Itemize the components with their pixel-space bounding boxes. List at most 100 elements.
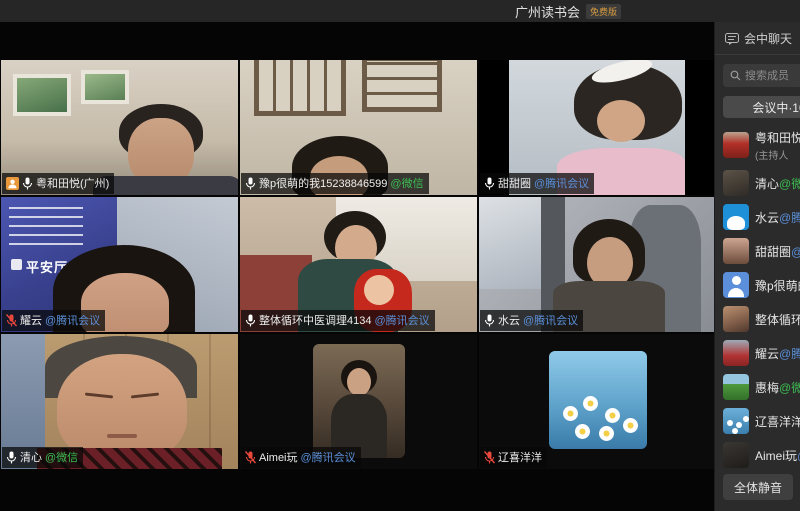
- participant-platform: @微信: [45, 449, 78, 465]
- avatar: [723, 442, 749, 468]
- avatar: [723, 408, 749, 434]
- member-item[interactable]: Aimei玩@腾讯会议: [715, 438, 800, 472]
- meeting-title: 广州读书会: [515, 2, 580, 21]
- participant-name: 粤和田悦(广州): [36, 175, 109, 191]
- member-text: 粤和田悦(广州) (主持人: [755, 129, 800, 162]
- avatar: [723, 306, 749, 332]
- scene-art: [9, 207, 83, 249]
- member-name: Aimei玩@腾讯会议: [755, 447, 800, 464]
- participant-name: 整体循环中医调理4134: [259, 312, 371, 328]
- participant-name: 豫p很萌的我15238846599: [259, 175, 387, 191]
- tab-in-meeting[interactable]: 会议中·10: [723, 96, 800, 118]
- member-role: (主持人: [755, 147, 800, 162]
- member-search[interactable]: [723, 64, 800, 87]
- participant-label: 耀云@腾讯会议: [2, 310, 105, 331]
- member-name: 豫p很萌的我15238846599@微信: [755, 277, 800, 294]
- mic-on-icon: [245, 177, 256, 190]
- participant-label: 整体循环中医调理4134@腾讯会议: [241, 310, 435, 331]
- avatar: [723, 340, 749, 366]
- panel-header-label: 会中聊天: [744, 30, 792, 47]
- participant-platform: @腾讯会议: [374, 312, 429, 328]
- participant-platform: @腾讯会议: [534, 175, 589, 191]
- mic-on-icon: [484, 177, 495, 190]
- participant-label: 清心@微信: [2, 447, 83, 468]
- profile-photo: [549, 351, 647, 449]
- video-tile-active-speaker[interactable]: 整体循环中医调理4134@腾讯会议: [240, 197, 477, 332]
- video-grid: 粤和田悦(广州) 豫p很萌的我15238846599@微信: [1, 60, 714, 469]
- participant-label: 豫p很萌的我15238846599@微信: [241, 173, 429, 194]
- scene-art: [81, 70, 129, 104]
- member-item[interactable]: 惠梅@微信: [715, 370, 800, 404]
- meeting-window: 广州读书会 免费版 粤和田悦(广州): [0, 0, 800, 511]
- member-item[interactable]: 耀云@腾讯会议: [715, 336, 800, 370]
- participant-platform: @腾讯会议: [45, 312, 100, 328]
- avatar: [723, 170, 749, 196]
- video-tile[interactable]: 清心@微信: [1, 334, 238, 469]
- scene-art: [93, 176, 238, 195]
- free-version-badge: 免费版: [586, 4, 621, 19]
- default-avatar: [723, 272, 749, 298]
- tab-in-meeting-label: 会议中·10: [752, 99, 800, 116]
- member-item[interactable]: 豫p很萌的我15238846599@微信: [715, 268, 800, 302]
- scene-art: [362, 60, 442, 112]
- scene-art: [364, 275, 394, 305]
- panel-header: 会中聊天: [715, 22, 800, 55]
- scene-art: [11, 259, 22, 270]
- scene-art: [597, 100, 645, 142]
- chat-icon: [725, 33, 739, 45]
- title-bar: 广州读书会 免费版: [0, 0, 800, 22]
- member-platform: @微信: [779, 177, 800, 191]
- member-item-host[interactable]: 粤和田悦(广州) (主持人: [715, 124, 800, 166]
- mic-on-icon: [484, 314, 495, 327]
- mic-on-icon: [245, 314, 256, 327]
- video-tile[interactable]: 水云@腾讯会议: [479, 197, 716, 332]
- mic-muted-icon: [484, 451, 495, 464]
- video-tile[interactable]: Aimei玩@腾讯会议: [240, 334, 477, 469]
- member-name: 惠梅@微信: [755, 379, 800, 396]
- mic-muted-icon: [6, 314, 17, 327]
- member-name: 耀云@腾讯会议: [755, 345, 800, 362]
- participant-name: 耀云: [20, 312, 42, 328]
- scene-art: [563, 406, 578, 421]
- member-item[interactable]: 辽喜洋洋: [715, 404, 800, 438]
- participant-label: 甜甜圈@腾讯会议: [480, 173, 594, 194]
- avatar: [723, 204, 749, 230]
- participant-label: Aimei玩@腾讯会议: [241, 447, 361, 468]
- member-name: 粤和田悦(广州): [755, 129, 800, 146]
- mute-all-button[interactable]: 全体静音: [723, 474, 793, 500]
- video-tile[interactable]: 粤和田悦(广州): [1, 60, 238, 195]
- participant-label: 粤和田悦(广州): [2, 173, 114, 194]
- host-badge-icon: [6, 177, 19, 190]
- scene-art: [599, 426, 614, 441]
- avatar: [723, 374, 749, 400]
- video-tile[interactable]: 甜甜圈@腾讯会议: [479, 60, 716, 195]
- participant-name: 清心: [20, 449, 42, 465]
- member-item[interactable]: 清心@微信: [715, 166, 800, 200]
- member-item[interactable]: 整体循环中医调理4134@腾讯会议: [715, 302, 800, 336]
- participant-platform: @腾讯会议: [523, 312, 578, 328]
- search-icon: [730, 70, 741, 81]
- meeting-title-group: 广州读书会 免费版: [515, 0, 621, 22]
- member-platform: @腾讯会议: [779, 347, 800, 361]
- participant-name: Aimei玩: [259, 449, 298, 465]
- member-list: 粤和田悦(广州) (主持人 清心@微信 水云@腾讯会议 甜甜圈@腾讯会议: [715, 124, 800, 472]
- video-tile[interactable]: 平安厅 耀云@腾讯会议: [1, 197, 238, 332]
- member-name: 甜甜圈@腾讯会议: [755, 243, 800, 260]
- scene-art: [13, 74, 71, 116]
- members-panel-content: 会中聊天 会议中·10 粤和田悦(广州) (主持人: [715, 22, 800, 472]
- member-item[interactable]: 水云@腾讯会议: [715, 200, 800, 234]
- video-tile[interactable]: 辽喜洋洋: [479, 334, 716, 469]
- participant-platform: @腾讯会议: [301, 449, 356, 465]
- member-name: 清心@微信: [755, 175, 800, 192]
- search-input[interactable]: [745, 70, 800, 82]
- participant-label: 辽喜洋洋: [480, 447, 547, 468]
- member-item[interactable]: 甜甜圈@腾讯会议: [715, 234, 800, 268]
- video-tile[interactable]: 豫p很萌的我15238846599@微信: [240, 60, 477, 195]
- mic-on-icon: [6, 451, 17, 464]
- participant-platform: @微信: [390, 175, 423, 191]
- scene-art: [107, 434, 137, 438]
- member-platform: @腾讯会议: [779, 211, 800, 225]
- member-name: 水云@腾讯会议: [755, 209, 800, 226]
- participant-name: 甜甜圈: [498, 175, 531, 191]
- members-panel: 会中聊天 会议中·10 粤和田悦(广州) (主持人: [714, 22, 800, 511]
